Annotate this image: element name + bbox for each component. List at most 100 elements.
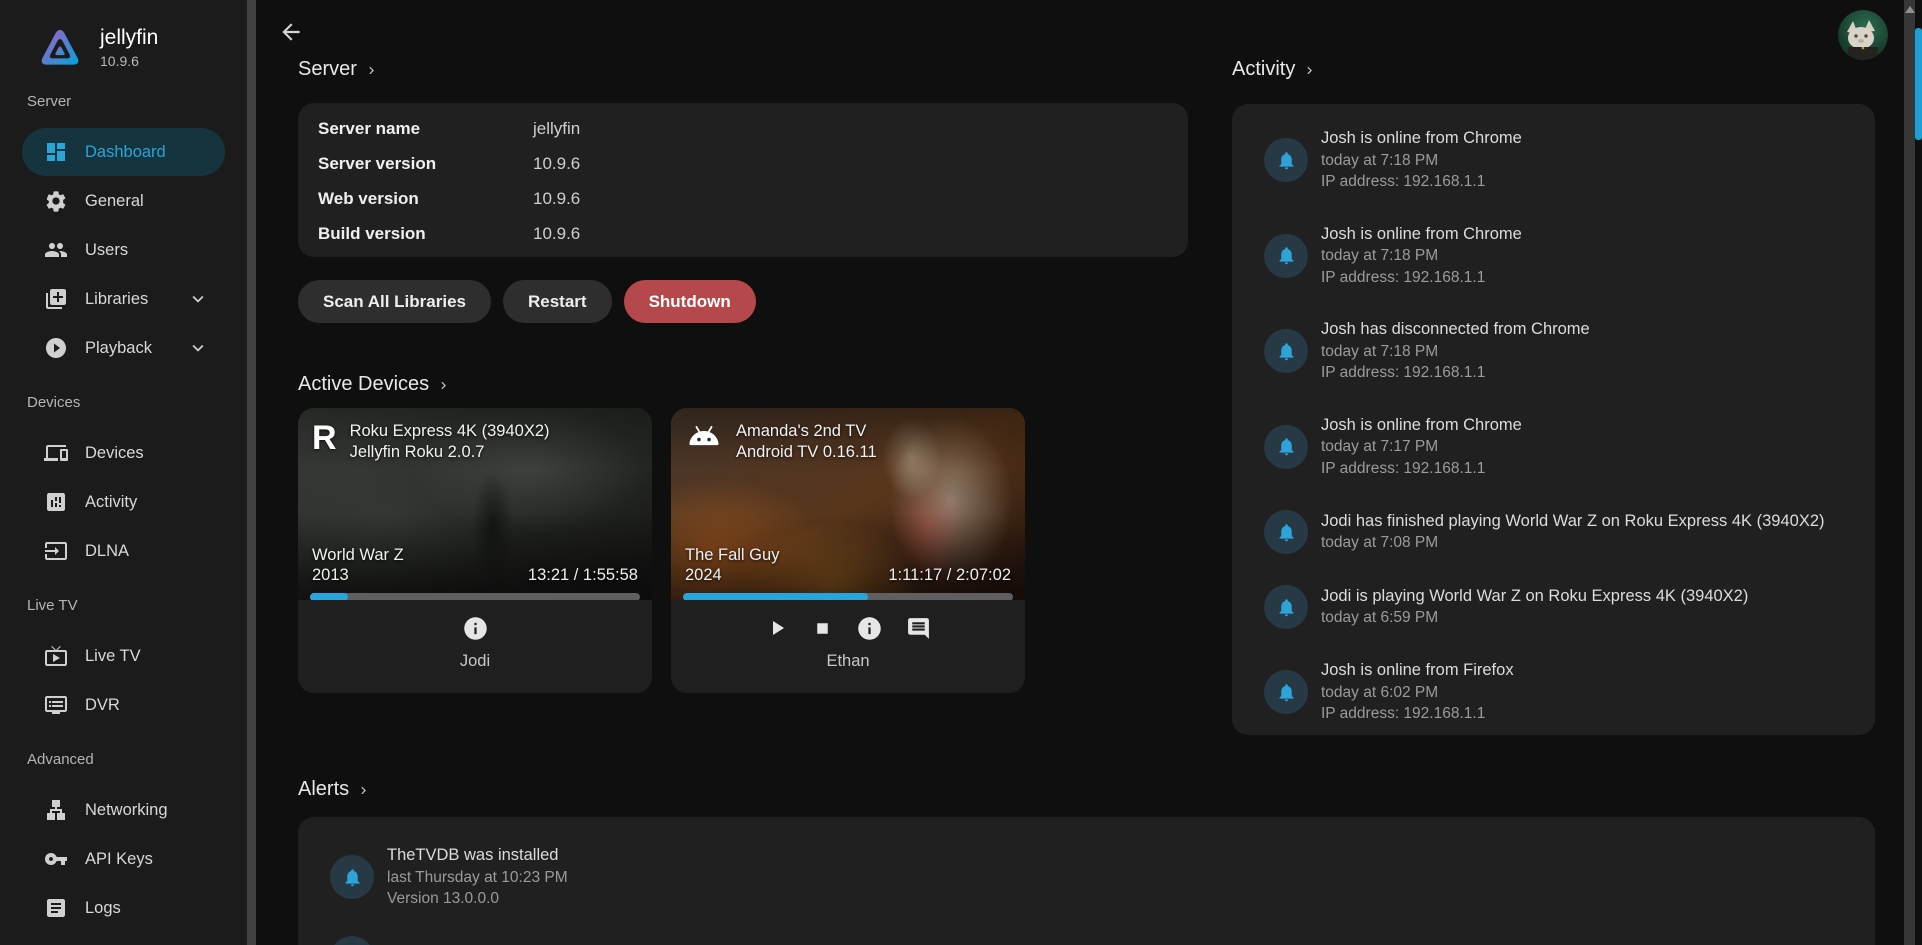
client-version: Android TV 0.16.11 bbox=[736, 442, 877, 463]
activity-heading[interactable]: Activity bbox=[1232, 54, 1875, 85]
session-controls bbox=[765, 613, 931, 643]
sidebar-item-activity[interactable]: Activity bbox=[22, 478, 225, 526]
sidebar-item-dashboard[interactable]: Dashboard bbox=[22, 128, 225, 176]
message-button[interactable] bbox=[906, 616, 931, 641]
user-avatar[interactable] bbox=[1838, 10, 1888, 60]
page-scrollbar[interactable] bbox=[1904, 0, 1922, 945]
sidebar-item-dlna[interactable]: DLNA bbox=[22, 527, 225, 575]
sidebar-section-devices: Devices Devices Activity DLNA bbox=[0, 393, 247, 575]
activity-ip: IP address: 192.168.1.1 bbox=[1321, 267, 1522, 289]
session-user: Ethan bbox=[826, 652, 869, 671]
sidebar-item-label: DLNA bbox=[85, 542, 129, 561]
chevron-down-icon[interactable] bbox=[187, 337, 209, 359]
users-icon bbox=[44, 238, 68, 262]
alerts-card: TheTVDB was installed last Thursday at 1… bbox=[298, 817, 1875, 945]
bell-icon bbox=[1264, 425, 1308, 469]
gear-icon bbox=[44, 189, 68, 213]
scan-all-libraries-button[interactable]: Scan All Libraries bbox=[298, 280, 491, 323]
media-title: World War Z bbox=[312, 545, 404, 565]
alerts-heading[interactable]: Alerts bbox=[298, 774, 1875, 805]
activity-entry: Josh is online from Chrome today at 7:18… bbox=[1264, 128, 1847, 193]
sidebar-item-live-tv[interactable]: Live TV bbox=[22, 632, 225, 680]
device-card-roku[interactable]: R Roku Express 4K (3940X2) Jellyfin Roku… bbox=[298, 408, 652, 693]
app-title-block: jellyfin 10.9.6 bbox=[100, 25, 158, 69]
device-card-header: R Roku Express 4K (3940X2) Jellyfin Roku… bbox=[298, 408, 652, 463]
shutdown-button[interactable]: Shutdown bbox=[624, 280, 756, 323]
sidebar-item-dvr[interactable]: DVR bbox=[22, 681, 225, 729]
sidebar-item-general[interactable]: General bbox=[22, 177, 225, 225]
document-icon bbox=[44, 896, 68, 920]
sidebar-item-logs[interactable]: Logs bbox=[22, 884, 225, 932]
section-label: Live TV bbox=[0, 596, 247, 616]
activity-time: today at 6:02 PM bbox=[1321, 682, 1514, 704]
sidebar-item-networking[interactable]: Networking bbox=[22, 786, 225, 834]
bell-icon bbox=[1264, 510, 1308, 554]
info-label: Server version bbox=[318, 154, 533, 174]
stop-button[interactable] bbox=[812, 618, 833, 639]
device-card-header: Amanda's 2nd TV Android TV 0.16.11 bbox=[671, 408, 1025, 463]
key-icon bbox=[44, 847, 68, 871]
server-section-heading[interactable]: Server bbox=[298, 54, 1188, 85]
activity-entry: Josh has disconnected from Chrome today … bbox=[1264, 319, 1847, 384]
activity-heading-label: Activity bbox=[1232, 54, 1295, 85]
scroll-up-icon[interactable] bbox=[1905, 6, 1915, 13]
sidebar-section-livetv: Live TV Live TV DVR bbox=[0, 596, 247, 729]
back-button[interactable] bbox=[276, 18, 306, 48]
active-devices-heading[interactable]: Active Devices bbox=[298, 369, 1188, 400]
media-title-block: World War Z 2013 bbox=[312, 545, 404, 585]
sidebar: jellyfin 10.9.6 Server Dashboard General… bbox=[0, 0, 247, 945]
activity-time: today at 7:08 PM bbox=[1321, 532, 1825, 554]
stop-icon bbox=[812, 618, 833, 639]
sidebar-section-advanced: Advanced Networking API Keys Logs bbox=[0, 750, 247, 932]
bell-icon bbox=[1264, 234, 1308, 278]
bell-icon bbox=[330, 855, 374, 899]
roku-icon: R bbox=[312, 421, 337, 455]
device-card-android[interactable]: Amanda's 2nd TV Android TV 0.16.11 The F… bbox=[671, 408, 1025, 693]
sidebar-item-label: General bbox=[85, 192, 144, 211]
sidebar-item-label: API Keys bbox=[85, 850, 153, 869]
sidebar-item-users[interactable]: Users bbox=[22, 226, 225, 274]
sidebar-item-libraries[interactable]: Libraries bbox=[22, 275, 225, 323]
activity-entry-text: Josh is online from Chrome today at 7:18… bbox=[1321, 224, 1522, 289]
scrollbar-track[interactable] bbox=[1904, 0, 1915, 945]
sidebar-item-label: Networking bbox=[85, 801, 168, 820]
app-logo-block: jellyfin 10.9.6 bbox=[0, 0, 247, 71]
bell-icon bbox=[1264, 329, 1308, 373]
info-button[interactable] bbox=[856, 615, 883, 642]
play-icon bbox=[765, 616, 789, 640]
activity-title: Josh is online from Chrome bbox=[1321, 128, 1522, 150]
info-value: jellyfin bbox=[533, 119, 580, 139]
info-value: 10.9.6 bbox=[533, 154, 580, 174]
network-tree-icon bbox=[44, 798, 68, 822]
chevron-down-icon[interactable] bbox=[187, 288, 209, 310]
section-label: Advanced bbox=[0, 750, 247, 770]
info-icon bbox=[462, 615, 489, 642]
bell-icon bbox=[330, 936, 374, 945]
sidebar-item-playback[interactable]: Playback bbox=[22, 324, 225, 372]
sidebar-item-label: Devices bbox=[85, 444, 144, 463]
info-icon bbox=[856, 615, 883, 642]
scrollbar-thumb[interactable] bbox=[1915, 28, 1922, 140]
android-icon bbox=[685, 425, 723, 451]
sidebar-item-label: Activity bbox=[85, 493, 137, 512]
input-icon bbox=[44, 539, 68, 563]
sidebar-scrollbar[interactable] bbox=[247, 0, 256, 945]
sidebar-item-devices[interactable]: Devices bbox=[22, 429, 225, 477]
device-info: Roku Express 4K (3940X2) Jellyfin Roku 2… bbox=[350, 421, 550, 463]
back-arrow-icon bbox=[278, 19, 304, 45]
activity-time: today at 7:18 PM bbox=[1321, 245, 1522, 267]
restart-button[interactable]: Restart bbox=[503, 280, 612, 323]
sidebar-item-api-keys[interactable]: API Keys bbox=[22, 835, 225, 883]
activity-title: Josh is online from Firefox bbox=[1321, 660, 1514, 682]
activity-entry-text: Josh is online from Chrome today at 7:18… bbox=[1321, 128, 1522, 193]
dashboard-icon bbox=[44, 140, 68, 164]
info-button[interactable] bbox=[462, 615, 489, 642]
play-button[interactable] bbox=[765, 616, 789, 640]
now-playing-info: World War Z 2013 13:21 / 1:55:58 bbox=[312, 545, 638, 585]
server-actions: Scan All Libraries Restart Shutdown bbox=[298, 280, 1188, 323]
info-label: Build version bbox=[318, 224, 533, 244]
media-title: The Fall Guy bbox=[685, 545, 779, 565]
alerts-section: Alerts TheTVDB was installed last Thursd… bbox=[298, 774, 1875, 945]
alert-entry: AniDB was installed bbox=[330, 936, 1847, 945]
activity-entry: Jodi is playing World War Z on Roku Expr… bbox=[1264, 585, 1847, 629]
